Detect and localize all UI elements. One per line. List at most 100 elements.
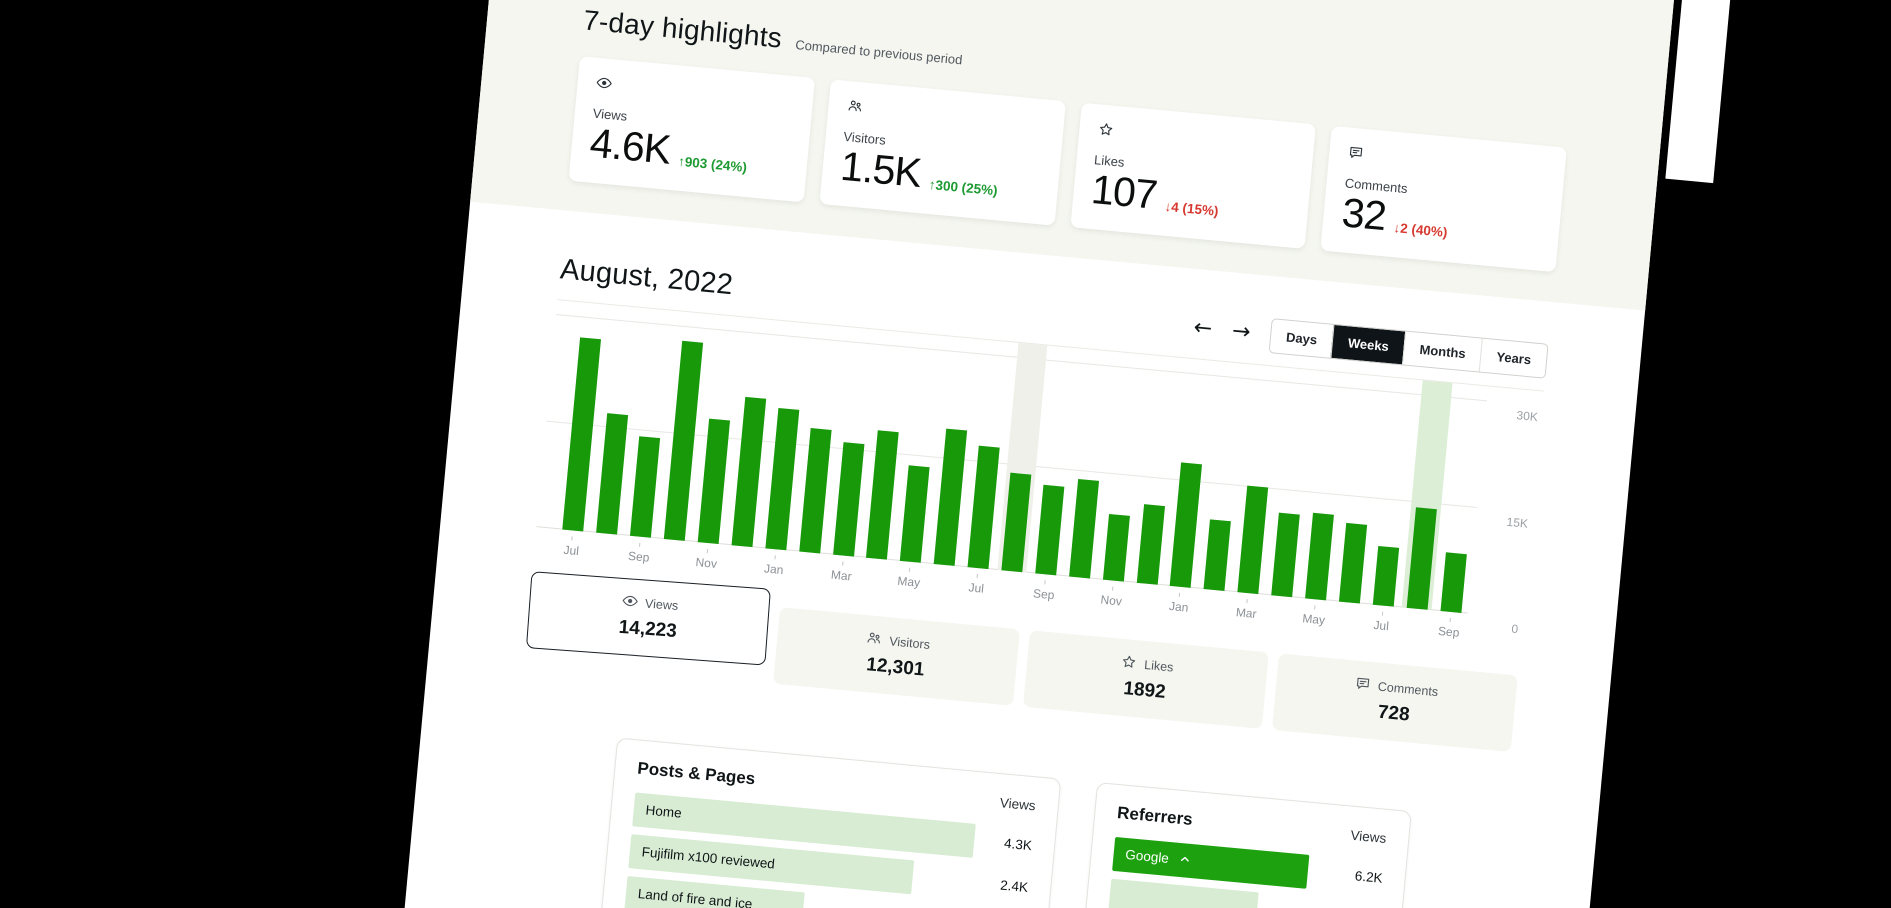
chart-bar[interactable] [1001, 472, 1031, 572]
next-period-button[interactable]: → [1231, 321, 1251, 345]
chart-bar[interactable] [1339, 523, 1367, 604]
referrer-row-bar[interactable] [1108, 879, 1259, 908]
x-axis-tick: Sep [621, 541, 657, 565]
highlight-card-likes: Likes107↓4 (15%) [1070, 103, 1316, 249]
posts-views-column-header: Views [999, 795, 1036, 813]
chart-bar[interactable] [968, 445, 1000, 568]
chart-bar[interactable] [1406, 507, 1436, 610]
chart-bar[interactable] [1035, 485, 1064, 576]
x-axis-tick: Sep [1431, 616, 1467, 640]
star-icon [1119, 653, 1138, 674]
x-axis-tick: Jan [756, 554, 792, 578]
x-axis-tick: Jan [1161, 591, 1197, 615]
posts-rows: Home4.3KFujifilm x100 reviewed2.4KLand o… [624, 792, 1033, 908]
chart-tab-views[interactable]: Views14,223 [526, 571, 771, 665]
x-axis-tick: Sep [1026, 579, 1062, 603]
eye-icon [595, 74, 796, 110]
x-axis-tick: May [1296, 604, 1332, 628]
post-title: Fujifilm x100 reviewed [641, 845, 775, 872]
y-tick-30k: 30K [1516, 408, 1539, 424]
chart-bar[interactable] [833, 442, 864, 556]
stat-value: 107 [1089, 169, 1158, 217]
stat-value: 1.5K [839, 146, 923, 195]
eye-icon [620, 592, 638, 613]
referrers-title: Referrers [1116, 803, 1193, 830]
x-axis-tick [925, 569, 961, 593]
chevron-up-icon[interactable] [1178, 852, 1192, 869]
chart-bar[interactable] [630, 436, 660, 538]
chart-bar[interactable] [866, 430, 899, 559]
chart-bar[interactable] [1271, 512, 1300, 597]
x-axis-tick [1060, 582, 1096, 606]
y-tick-15k: 15K [1506, 515, 1529, 531]
chart-bar[interactable] [799, 428, 831, 553]
range-tab-days[interactable]: Days [1270, 319, 1334, 358]
post-views-value: 4.3K [985, 834, 1032, 853]
chart-bar[interactable] [698, 418, 730, 543]
bottom-panels: Posts & Pages Views Home4.3KFujifilm x10… [494, 728, 1504, 908]
range-tab-years[interactable]: Years [1479, 338, 1547, 377]
x-axis-tick [790, 557, 826, 581]
x-axis-tick: Jul [959, 572, 995, 596]
x-axis-tick [1397, 613, 1433, 637]
x-axis-tick: Mar [824, 560, 860, 584]
chart-tab-label: Likes [1144, 658, 1174, 675]
referrers-rows: Google 6.2K [1108, 837, 1384, 908]
x-axis-tick: Mar [1229, 597, 1265, 621]
stat-value: 4.6K [588, 123, 672, 172]
people-icon [846, 97, 1047, 133]
post-views-value: 2.4K [981, 876, 1028, 895]
stat-value: 32 [1340, 192, 1387, 238]
comment-icon [1353, 674, 1372, 695]
range-tabs: DaysWeeksMonthsYears [1269, 318, 1549, 379]
highlights-subtitle: Compared to previous period [795, 37, 963, 67]
previous-period-button[interactable]: ← [1193, 317, 1213, 341]
x-axis-tick [1195, 594, 1231, 618]
chart-bar[interactable] [1440, 552, 1466, 613]
chart-bar[interactable] [1238, 485, 1269, 593]
stat-delta: ↑300 (25%) [928, 177, 999, 202]
x-axis-tick [588, 538, 624, 562]
chart-tab-comments[interactable]: Comments728 [1272, 653, 1518, 752]
x-axis-tick [1330, 607, 1366, 631]
highlight-card-visitors: Visitors1.5K↑300 (25%) [819, 79, 1065, 225]
x-axis-tick [1127, 588, 1163, 612]
chart-tab-label: Views [645, 596, 679, 612]
post-title: Home [645, 803, 682, 821]
chart-bar[interactable] [1136, 504, 1164, 585]
x-axis-tick: Nov [689, 547, 725, 571]
x-axis-tick: Jul [554, 535, 590, 559]
chart-bar[interactable] [1305, 513, 1334, 601]
chart-bar[interactable] [1373, 546, 1399, 607]
referrer-title: Google [1125, 847, 1170, 866]
chart-bar[interactable] [596, 413, 628, 534]
chart-bar[interactable] [1103, 514, 1130, 582]
range-tab-weeks[interactable]: Weeks [1331, 325, 1406, 365]
period-chart-section: August, 2022 ← → DaysWeeksMonthsYears 30… [399, 201, 1645, 908]
x-axis-tick: Nov [1094, 585, 1130, 609]
chart-tab-likes[interactable]: Likes1892 [1022, 630, 1268, 729]
x-axis-tick: May [891, 566, 927, 590]
x-axis-tick [1262, 601, 1298, 625]
x-axis-tick [723, 550, 759, 574]
stat-delta: ↓4 (15%) [1164, 199, 1220, 223]
highlight-card-comments: Comments32↓2 (40%) [1321, 126, 1567, 272]
x-axis-tick [858, 563, 894, 587]
chart-bar[interactable] [900, 465, 930, 563]
chart-bar[interactable] [1170, 462, 1202, 587]
highlight-card-views: Views4.6K↑903 (24%) [569, 56, 815, 202]
posts-pages-panel: Posts & Pages Views Home4.3KFujifilm x10… [599, 737, 1061, 908]
chart-bar[interactable] [1069, 479, 1099, 579]
x-axis-tick [993, 575, 1029, 599]
x-axis-tick: Jul [1364, 610, 1400, 634]
chart-tab-visitors[interactable]: Visitors12,301 [773, 607, 1019, 706]
range-tab-months[interactable]: Months [1402, 331, 1482, 371]
chart-metric-tabs: Views14,223Visitors12,301Likes1892Commen… [524, 584, 1518, 752]
referrer-views-value: 6.2K [1336, 867, 1383, 886]
chart-bar[interactable] [1204, 519, 1231, 591]
background-page-edge [1665, 0, 1741, 183]
x-axis-tick [655, 544, 691, 568]
people-icon [865, 629, 884, 650]
stats-page: 7-day highlights Compared to previous pe… [371, 0, 1675, 908]
referrers-panel: Referrers Views Google6.2K [1079, 782, 1412, 908]
